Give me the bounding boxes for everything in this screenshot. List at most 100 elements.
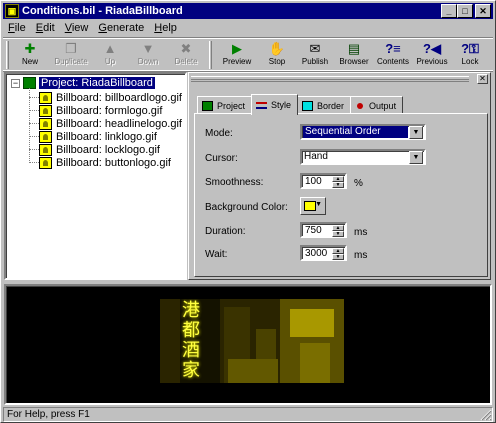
maximize-button[interactable]: □ [457,4,473,18]
close-button[interactable]: ✕ [475,4,491,18]
app-icon[interactable]: ▣ [5,4,19,18]
stop-button[interactable]: ✋ Stop [259,40,295,70]
tree-branch [29,97,39,98]
mode-label: Mode: [205,128,233,139]
tab-border-label: Border [317,100,345,111]
style-tab-page: Mode: Sequential Order ▼ Cursor: Hand ▼ … [194,113,488,277]
wait-unit: ms [354,250,368,261]
background-color-button[interactable]: ▼ [300,197,326,215]
up-button[interactable]: ▲ Up [92,40,128,70]
collapse-icon[interactable]: − [11,78,20,88]
status-text: For Help, press F1 [3,407,493,422]
tree-item[interactable]: Billboard: locklogo.gif [29,143,160,156]
menu-view[interactable]: View [60,22,94,34]
tree-root-label: Project: RiadaBillboard [39,77,155,89]
new-button[interactable]: ✚ New [12,40,48,70]
toolbar-grip-2[interactable] [209,41,212,69]
toolbar-grip[interactable] [6,41,9,69]
menu-view-label: View [64,22,89,34]
tree-item-label: Billboard: billboardlogo.gif [56,91,182,104]
tab-style[interactable]: Style [251,94,299,115]
smoothness-label: Smoothness: [205,177,264,188]
tree-item-label: Billboard: formlogo.gif [56,104,163,117]
tree-branch [29,136,39,137]
cursor-select[interactable]: Hand ▼ [300,149,426,165]
properties-panel: ✕ Project Style Border Output Mode: Sequ… [188,72,491,280]
chevron-down-icon: ▼ [315,201,322,208]
contents-button[interactable]: ?≡ Contents [374,40,412,70]
tree-branch [29,149,39,150]
spin-down-icon[interactable]: ▼ [332,182,344,188]
lock-label: Lock [461,57,479,66]
menu-generate[interactable]: Generate [93,22,149,34]
spin-down-icon[interactable]: ▼ [332,231,344,237]
menu-generate-label: Generate [98,22,145,34]
tree-item[interactable]: Billboard: headlinelogo.gif [29,117,182,130]
tree-item[interactable]: Billboard: linklogo.gif [29,130,157,143]
menu-edit-label: Edit [35,22,55,34]
mode-select[interactable]: Sequential Order ▼ [300,124,426,140]
tab-output-label: Output [369,100,397,111]
delete-button[interactable]: ✖ Delete [168,40,204,70]
app-icon-glyph: ▣ [7,5,17,16]
title-bar[interactable]: ▣ Conditions.bil - RiadaBillboard _ □ ✕ [3,3,493,19]
stop-label: Stop [268,57,286,66]
smoothness-stepper[interactable]: 100 ▲ ▼ [300,173,347,189]
tree-item-label: Billboard: headlinelogo.gif [56,117,182,130]
tree-branch [29,162,39,163]
project-tab-icon [202,100,213,111]
billboard-icon [39,91,52,104]
tree-root-project[interactable]: − Project: RiadaBillboard [11,77,155,89]
panel-close-button[interactable]: ✕ [477,74,488,84]
previous-button[interactable]: ?◀ Previous [413,40,451,70]
duplicate-button[interactable]: ❐ Duplicate [50,40,92,70]
smoothness-value: 100 [305,176,322,187]
chevron-down-icon[interactable]: ▼ [409,125,423,139]
project-tree[interactable]: − Project: RiadaBillboard Billboard: bil… [4,72,187,280]
resize-grip-lines [480,409,492,421]
publish-label: Publish [301,57,329,66]
publish-icon: ✉ [309,40,321,56]
tab-output[interactable]: Output [350,96,404,114]
panel-caption[interactable]: ✕ [191,74,488,84]
down-button[interactable]: ▼ Down [130,40,166,70]
tab-border[interactable]: Border [297,96,352,114]
tree-item[interactable]: Billboard: formlogo.gif [29,104,162,117]
duplicate-label: Duplicate [54,57,88,66]
resize-grip-icon[interactable] [480,409,492,421]
style-tab-icon [256,101,268,109]
panel-grip [191,76,469,82]
tab-project[interactable]: Project [197,96,253,114]
duration-unit: ms [354,227,368,238]
menu-help[interactable]: Help [149,22,182,34]
property-tabs: Project Style Border Output [197,94,404,115]
tree-item-label: Billboard: linklogo.gif [56,130,157,143]
lock-button[interactable]: ?⚿ Lock [452,40,488,70]
contents-label: Contents [376,57,410,66]
spin-arrows: ▲ ▼ [332,225,344,237]
menu-file[interactable]: File [3,22,31,34]
browser-button[interactable]: ▤ Browser [336,40,372,70]
wait-stepper[interactable]: 3000 ▲ ▼ [300,245,347,261]
spin-down-icon[interactable]: ▼ [332,254,344,260]
menu-edit[interactable]: Edit [31,22,60,34]
tree-item[interactable]: Billboard: billboardlogo.gif [29,91,182,104]
minimize-button[interactable]: _ [441,4,457,18]
play-icon: ▶ [232,40,242,56]
smoothness-unit: % [354,178,363,189]
billboard-icon [39,143,52,156]
main-window: ▣ Conditions.bil - RiadaBillboard _ □ ✕ … [0,0,496,423]
tab-project-label: Project [217,100,246,111]
billboard-preview: 港都酒家 [4,284,492,405]
new-icon: ✚ [24,40,36,56]
chevron-down-icon[interactable]: ▼ [409,150,423,164]
tree-item[interactable]: Billboard: buttonlogo.gif [29,156,171,169]
menu-help-label: Help [154,22,177,34]
preview-button[interactable]: ▶ Preview [219,40,255,70]
publish-button[interactable]: ✉ Publish [297,40,333,70]
toolbar: ✚ New ❐ Duplicate ▲ Up ▼ Down ✖ Delete ▶… [3,37,493,71]
delete-icon: ✖ [180,40,192,56]
duration-stepper[interactable]: 750 ▲ ▼ [300,222,347,238]
billboard-image: 港都酒家 [160,299,344,383]
tab-style-label: Style [271,100,292,110]
